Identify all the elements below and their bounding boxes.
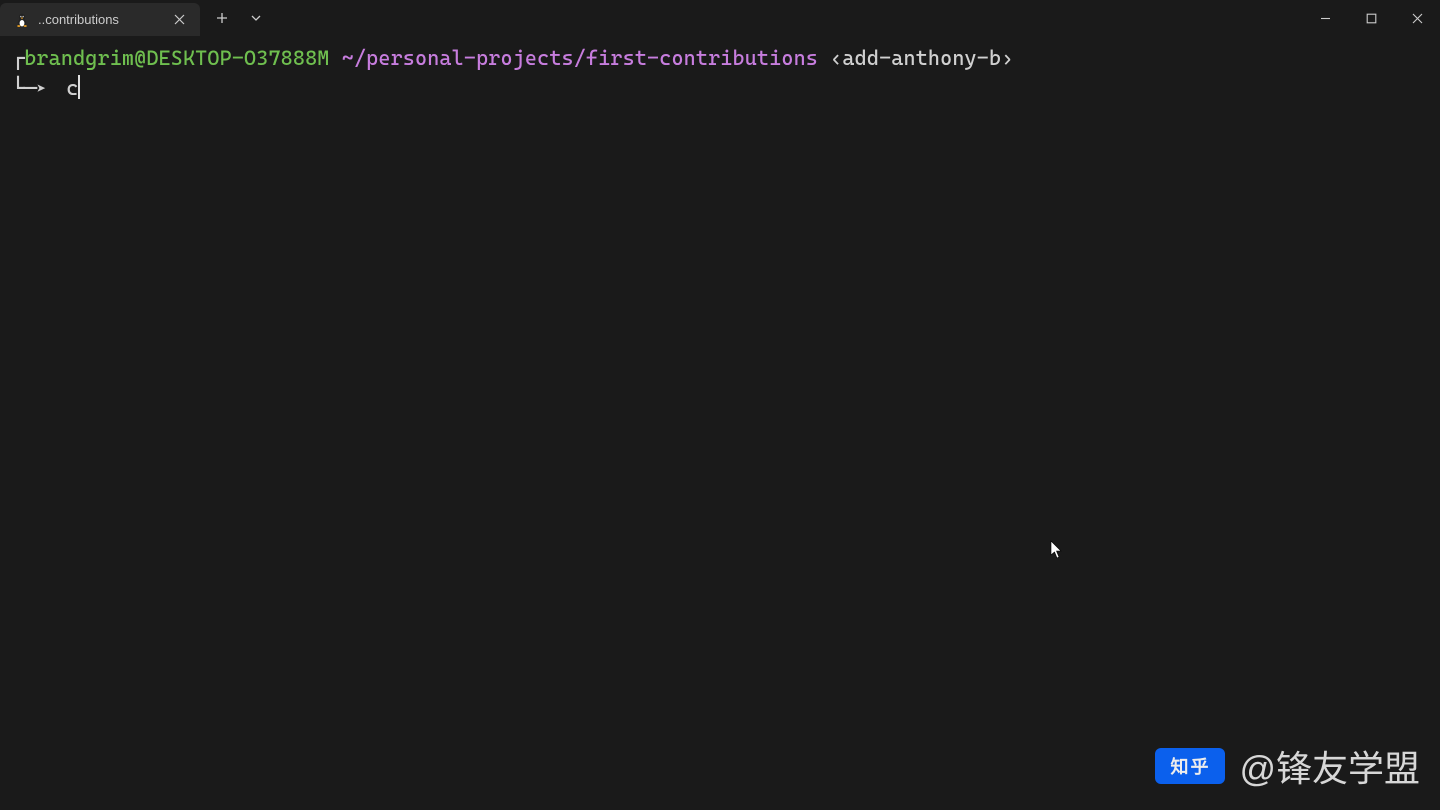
prompt-user-host: brandgrim@DESKTOP-O37888M: [24, 46, 329, 70]
tab-actions: [206, 0, 272, 36]
prompt-arrow-icon: ➤: [36, 77, 46, 100]
prompt-git-branch: ‹add-anthony-b›: [830, 46, 1013, 70]
terminal-body[interactable]: ┌brandgrim@DESKTOP-O37888M ~/personal-pr…: [0, 36, 1440, 810]
prompt-bracket-top: ┌: [12, 46, 24, 70]
window-controls: [1302, 0, 1440, 36]
minimize-button[interactable]: [1302, 0, 1348, 36]
tux-icon: [14, 12, 30, 28]
maximize-button[interactable]: [1348, 0, 1394, 36]
close-tab-button[interactable]: [170, 11, 188, 29]
text-cursor: [78, 75, 80, 99]
prompt-path: ~/personal-projects/first-contributions: [342, 46, 818, 70]
prompt-line-1: ┌brandgrim@DESKTOP-O37888M ~/personal-pr…: [12, 44, 1428, 74]
titlebar: ..contributions: [0, 0, 1440, 36]
new-tab-button[interactable]: [206, 4, 238, 32]
tab-dropdown-button[interactable]: [240, 4, 272, 32]
close-window-button[interactable]: [1394, 0, 1440, 36]
terminal-tab[interactable]: ..contributions: [0, 3, 200, 36]
mouse-pointer-icon: [1050, 540, 1064, 564]
zhihu-logo: 知乎: [1155, 748, 1225, 784]
tabs-area: ..contributions: [0, 0, 272, 36]
prompt-bracket-bottom: └─: [12, 74, 36, 104]
tab-title: ..contributions: [38, 12, 162, 27]
watermark: 知乎 @锋友学盟: [1155, 740, 1420, 792]
watermark-text: @锋友学盟: [1239, 740, 1420, 792]
prompt-line-2: └─➤ c: [12, 74, 1428, 104]
